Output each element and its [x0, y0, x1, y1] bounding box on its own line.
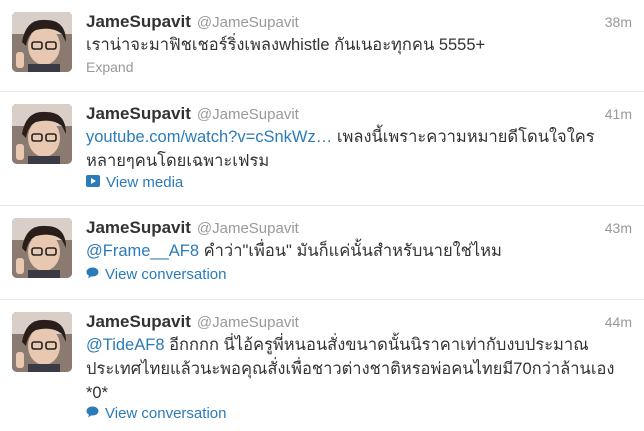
- speech-bubble-icon: [86, 405, 99, 423]
- tweet[interactable]: JameSupavit @JameSupavit 43m @Frame__AF8 …: [0, 206, 644, 300]
- mention-link[interactable]: @TideAF8: [86, 336, 165, 354]
- username[interactable]: @JameSupavit: [197, 106, 299, 123]
- tweet-header: JameSupavit @JameSupavit 44m: [86, 311, 632, 333]
- tweet-text: @TideAF8 อีกกกก นี่ไอ้ครูพี่หนอนสั่งขนาด…: [86, 333, 630, 405]
- speech-bubble-icon: [86, 266, 99, 284]
- tweet-text: youtube.com/watch?v=cSnkWz… เพลงนี้เพราะ…: [86, 125, 630, 173]
- view-conversation-label: View conversation: [105, 266, 227, 283]
- tweet-header: JameSupavit @JameSupavit 38m: [86, 11, 632, 33]
- avatar[interactable]: [12, 218, 72, 278]
- avatar[interactable]: [12, 312, 72, 372]
- avatar-image: [12, 218, 72, 278]
- expand-label: Expand: [86, 59, 134, 75]
- username[interactable]: @JameSupavit: [197, 14, 299, 31]
- timestamp[interactable]: 41m: [605, 103, 632, 125]
- username[interactable]: @JameSupavit: [197, 314, 299, 331]
- fullname[interactable]: JameSupavit: [86, 312, 191, 331]
- tweet[interactable]: JameSupavit @JameSupavit 44m @TideAF8 อีก…: [0, 300, 644, 431]
- username[interactable]: @JameSupavit: [197, 220, 299, 237]
- tweet-text: @Frame__AF8 คำว่า"เพื่อน" มันก็แค่นั้นสำ…: [86, 239, 630, 263]
- timestamp[interactable]: 44m: [605, 311, 632, 333]
- fullname[interactable]: JameSupavit: [86, 12, 191, 31]
- view-conversation-link[interactable]: View conversation: [86, 266, 226, 284]
- tweet[interactable]: JameSupavit @JameSupavit 41m youtube.com/…: [0, 92, 644, 206]
- view-conversation-link[interactable]: View conversation: [86, 405, 226, 423]
- fullname[interactable]: JameSupavit: [86, 218, 191, 237]
- tweet-text: เราน่าจะมาฟิชเชอร์ริ่งเพลงwhistle กันเนอ…: [86, 36, 486, 54]
- mention-link[interactable]: @Frame__AF8: [86, 242, 199, 260]
- view-media-label: View media: [106, 174, 184, 191]
- timeline: JameSupavit @JameSupavit 38m เราน่าจะมาฟิ…: [0, 0, 644, 431]
- view-conversation-label: View conversation: [105, 405, 227, 422]
- avatar[interactable]: [12, 12, 72, 72]
- tweet-header: JameSupavit @JameSupavit 41m: [86, 103, 632, 125]
- timestamp[interactable]: 38m: [605, 11, 632, 33]
- fullname[interactable]: JameSupavit: [86, 104, 191, 123]
- avatar[interactable]: [12, 104, 72, 164]
- youtube-link[interactable]: youtube.com/watch?v=cSnkWz…: [86, 128, 332, 146]
- view-media-link[interactable]: View media: [86, 174, 183, 192]
- tweet-body: อีกกกก นี่ไอ้ครูพี่หนอนสั่งขนาดนั้นนิราค…: [86, 336, 615, 402]
- avatar-image: [12, 312, 72, 372]
- tweet-body: คำว่า"เพื่อน" มันก็แค่นั้นสำหรับนายใช่ไห…: [199, 242, 502, 260]
- avatar-image: [12, 12, 72, 72]
- avatar-image: [12, 104, 72, 164]
- tweet[interactable]: JameSupavit @JameSupavit 38m เราน่าจะมาฟิ…: [0, 0, 644, 92]
- expand-link[interactable]: Expand: [86, 58, 133, 76]
- tweet-header: JameSupavit @JameSupavit 43m: [86, 217, 632, 239]
- timestamp[interactable]: 43m: [605, 217, 632, 239]
- play-media-icon: [86, 174, 100, 192]
